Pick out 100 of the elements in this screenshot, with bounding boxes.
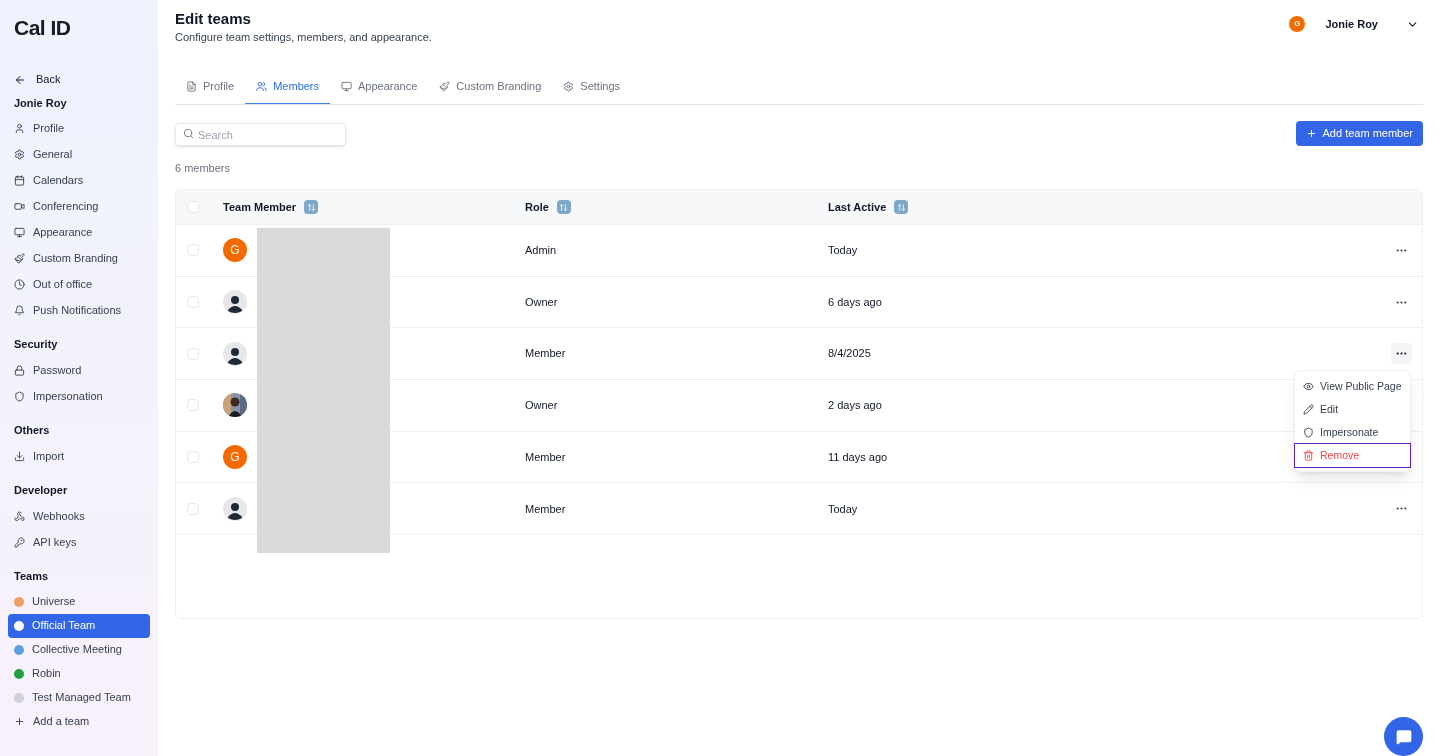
team-item[interactable]: Test Managed Team (8, 685, 150, 710)
sort-icon[interactable] (304, 200, 319, 214)
user-avatar: G (1289, 16, 1306, 32)
row-checkbox[interactable] (187, 244, 199, 257)
last-active-cell-text: 6 days ago (828, 294, 883, 310)
sidebar-item[interactable]: Password (8, 357, 150, 384)
tab-icon (256, 80, 268, 92)
last-active-cell-text: 2 days ago (828, 398, 883, 414)
page-subtitle: Configure team settings, members, and appearance. (175, 30, 432, 45)
sidebar-item-icon (14, 227, 25, 238)
tab-icon (341, 80, 353, 92)
row-checkbox[interactable] (187, 451, 199, 464)
sort-icon[interactable] (894, 200, 909, 214)
menu-item-icon (1303, 381, 1314, 393)
team-item[interactable]: Robin (8, 661, 150, 686)
avatar-icon (223, 341, 247, 366)
page-title: Edit teams (175, 9, 252, 29)
sidebar-item-icon (14, 537, 25, 548)
tab[interactable]: Settings (552, 69, 632, 104)
tab-icon (439, 80, 451, 92)
role-cell-text: Owner (525, 294, 559, 310)
logo: Cal ID (13, 15, 72, 41)
plus-icon (14, 716, 25, 727)
menu-item[interactable]: Impersonate (1295, 421, 1410, 445)
menu-item-icon (1303, 404, 1314, 416)
row-checkbox[interactable] (187, 502, 199, 515)
role-cell-text: Member (525, 449, 567, 465)
menu-item-icon (1303, 450, 1314, 462)
sidebar-item[interactable]: Push Notifications (8, 297, 150, 324)
team-item[interactable]: Universe (8, 589, 150, 614)
sidebar-item-icon (14, 149, 25, 160)
sidebar-item-icon (14, 365, 25, 376)
row-checkbox[interactable] (187, 347, 199, 360)
back-icon (14, 73, 26, 86)
add-team-link[interactable]: Add a team (8, 709, 150, 734)
column-header: Team Member (223, 199, 297, 215)
menu-item[interactable]: View Public Page (1295, 375, 1410, 399)
tab-icon (186, 80, 197, 92)
section-title: Teams (13, 569, 50, 585)
column-header: Role (525, 199, 549, 215)
team-item[interactable]: Collective Meeting (8, 637, 150, 662)
tab[interactable]: Custom Branding (428, 69, 553, 104)
search-icon (183, 127, 194, 139)
member-count: 6 members (175, 160, 232, 176)
select-all-checkbox[interactable] (187, 201, 199, 213)
avatar: G (223, 445, 247, 470)
sidebar-item-icon (14, 253, 25, 264)
sidebar-item[interactable]: Import (8, 443, 150, 470)
menu-item[interactable]: Remove (1295, 444, 1410, 468)
sidebar-item-icon (14, 391, 25, 402)
more-button[interactable] (1391, 343, 1412, 365)
column-header: Last Active (828, 199, 887, 215)
tab[interactable]: Profile (175, 69, 246, 104)
add-member-button[interactable]: Add team member (1295, 120, 1423, 146)
menu-item-icon (1303, 427, 1314, 439)
sidebar-item-icon (14, 279, 25, 290)
sidebar-item[interactable]: Conferencing (8, 193, 150, 220)
role-cell-text: Admin (525, 243, 558, 259)
sidebar-item-icon (14, 451, 25, 462)
chat-icon[interactable] (1395, 728, 1412, 745)
sidebar-item-icon (14, 511, 25, 522)
sidebar-item[interactable]: General (8, 141, 150, 168)
tab[interactable]: Appearance (330, 69, 429, 104)
avatar-icon (223, 496, 247, 521)
role-cell-text: Member (525, 501, 567, 517)
avatar-icon (223, 290, 247, 315)
sidebar-item[interactable]: Profile (8, 115, 150, 142)
last-active-cell-text: Today (828, 501, 859, 517)
team-item[interactable]: Official Team (8, 613, 150, 638)
tab[interactable]: Members (245, 69, 331, 104)
back-link[interactable]: Back (8, 67, 150, 92)
sidebar-item-icon (14, 175, 25, 186)
sort-icon[interactable] (556, 200, 571, 214)
sidebar-item-icon (14, 123, 25, 134)
last-active-cell-text: Today (828, 243, 859, 259)
role-cell-text: Owner (525, 398, 559, 414)
section-title: Developer (13, 483, 69, 499)
sidebar-item[interactable]: Impersonation (8, 383, 150, 410)
sidebar-item-icon (14, 201, 25, 212)
avatar: G (223, 238, 247, 263)
row-checkbox[interactable] (187, 399, 199, 412)
user-menu[interactable]: G Jonie Roy (1289, 9, 1423, 39)
role-cell-text: Member (525, 346, 567, 362)
row-checkbox[interactable] (187, 296, 199, 309)
sidebar-item-icon (14, 305, 25, 316)
last-active-cell-text: 8/4/2025 (828, 346, 872, 362)
last-active-cell-text: 11 days ago (828, 449, 889, 465)
sidebar-item[interactable]: Webhooks (8, 503, 150, 530)
sidebar-item[interactable]: Custom Branding (8, 245, 150, 272)
sidebar-item[interactable]: API keys (8, 529, 150, 556)
menu-item[interactable]: Edit (1295, 398, 1410, 422)
sidebar-item[interactable]: Calendars (8, 167, 150, 194)
section-title: Others (13, 423, 51, 439)
search-field[interactable]: Search (175, 123, 346, 146)
chat-button[interactable] (1384, 717, 1423, 756)
sidebar-item[interactable]: Appearance (8, 219, 150, 246)
section-title: Security (13, 337, 59, 353)
section-title: Jonie Roy (13, 96, 68, 112)
plus-icon (1305, 127, 1317, 139)
sidebar-item[interactable]: Out of office (8, 271, 150, 298)
